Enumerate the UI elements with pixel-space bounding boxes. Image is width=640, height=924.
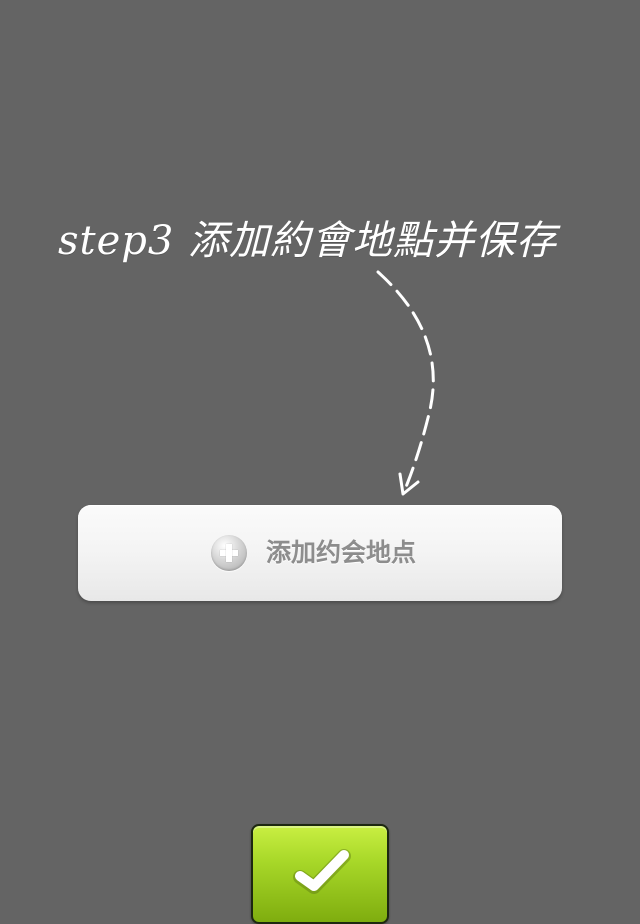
plus-circle-icon [211,535,247,571]
add-location-button[interactable]: 添加约会地点 [78,505,562,601]
add-location-label: 添加约会地点 [266,538,417,567]
dashed-arrow-icon [376,270,435,496]
confirm-save-button[interactable] [251,824,389,924]
tutorial-screen: step3 添加約會地點并保存 添加约会地点 [0,0,640,924]
step-instruction-title: step3 添加約會地點并保存 [58,218,558,264]
checkmark-icon [293,849,351,894]
